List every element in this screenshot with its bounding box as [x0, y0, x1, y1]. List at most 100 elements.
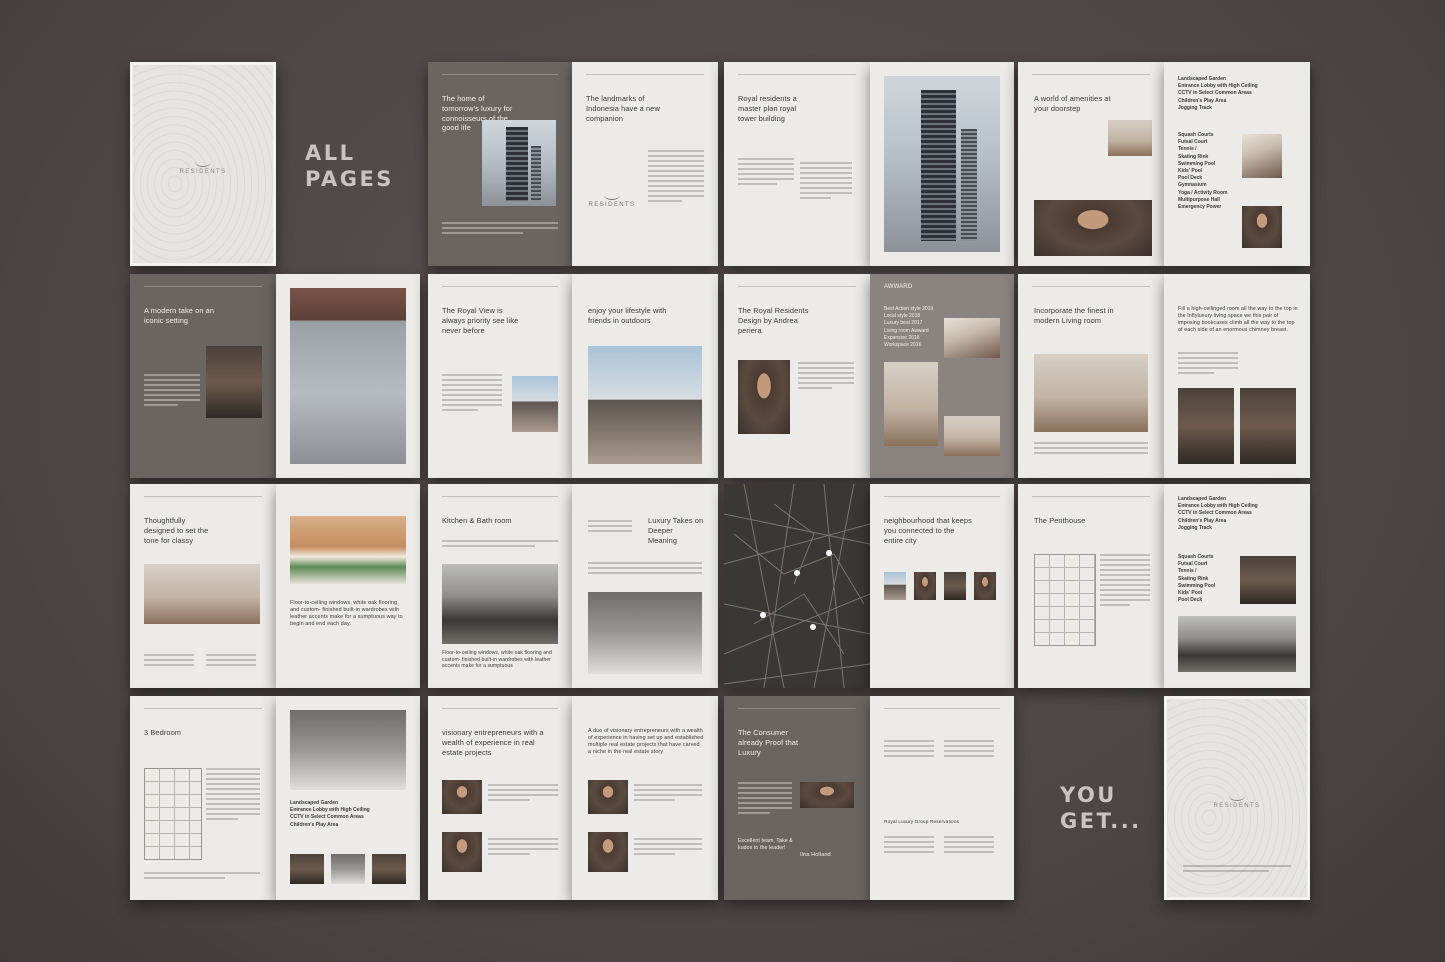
award-photo: [944, 416, 1000, 456]
page-title: A world of amenities at your doorstep: [1034, 94, 1111, 113]
bathroom-photo: [290, 854, 324, 884]
spread-2-right: [870, 62, 1014, 266]
spread-8-right: Floor-to-ceiling windows, white oak floo…: [276, 484, 420, 688]
page-intro: A duo of visionary entrepreneurs with a …: [588, 728, 704, 756]
reservations-heading: Royal Luxury Group Reservations: [884, 820, 960, 825]
amenity-photo: [1242, 134, 1282, 178]
brand-logo: RESIDENTS: [133, 157, 273, 175]
page-title: Incorporate the finest in modern Living …: [1034, 306, 1114, 325]
map-pin[interactable]: [760, 612, 766, 618]
spread-5-right: enjoy your lifestyle with friends in out…: [572, 274, 718, 478]
lotus-icon: [604, 190, 620, 200]
map-pin[interactable]: [826, 550, 832, 556]
spread-10-right: neighbourhood that keeps you connected t…: [870, 484, 1014, 688]
tower-photo: [884, 76, 1000, 252]
amenities-list: Landscaped Garden Entrance Lobby with Hig…: [1178, 496, 1258, 531]
spread-7-left: Incorporate the finest in modern Living …: [1018, 274, 1164, 478]
spread-14-left: The Consumer already Proof that Luxury E…: [724, 696, 870, 900]
brand-name: RESIDENTS: [588, 202, 636, 208]
bathroom-photo: [588, 592, 702, 674]
spread-6-left: The Royal Residents Design by Andrea per…: [724, 274, 870, 478]
lotus-icon: [195, 157, 211, 167]
award-photo: [944, 318, 1000, 358]
spread-11-right: Landscaped Garden Entrance Lobby with Hig…: [1164, 484, 1310, 688]
page-title: The Royal View is always priority see li…: [442, 306, 519, 335]
map-pin[interactable]: [794, 570, 800, 576]
page-title: Thoughtfully designed to set the tone fo…: [144, 516, 209, 545]
designer-portrait: [738, 360, 790, 434]
bedroom-photo: [290, 516, 406, 584]
spread-6-right: AWWARD Best Action style 2019 Local style…: [870, 274, 1014, 478]
front-cover: RESIDENTS: [130, 62, 276, 266]
spread-10-left: [724, 484, 870, 688]
spread-7-right: Fill a high-ceilinged room all the way t…: [1164, 274, 1310, 478]
spread-11-left: The Penthouse: [1018, 484, 1164, 688]
floor-plan: [1034, 554, 1096, 646]
spread-9-left: Kitchen & Bath room Floor-to-ceiling win…: [428, 484, 572, 688]
bathroom-photo: [290, 710, 406, 790]
spread-13-right: A duo of visionary entrepreneurs with a …: [572, 696, 718, 900]
family-photo: [1242, 206, 1282, 248]
founder-portrait: [442, 780, 482, 814]
bathroom-photo: [331, 854, 365, 884]
neighbourhood-photo: [884, 572, 906, 600]
spread-1-left: The home of tomorrow's luxury for connoi…: [428, 62, 572, 266]
page-title: The Royal Residents Design by Andrea per…: [738, 306, 809, 335]
lotus-icon: [1229, 791, 1245, 801]
page-title: enjoy your lifestyle with friends in out…: [588, 306, 667, 325]
neighbourhood-photo: [944, 572, 966, 600]
back-cover: RESIDENTS: [1164, 696, 1310, 900]
tower-photo: [482, 120, 556, 206]
spread-9-right: Luxury Takes on Deeper Meaning: [572, 484, 718, 688]
testimonial-name: Ilna Holland: [800, 852, 831, 858]
page-title: The Consumer already Proof that Luxury: [738, 728, 799, 757]
interior-photo: [206, 346, 262, 418]
spread-12-left: 3 Bedroom: [130, 696, 276, 900]
award-photo: [884, 362, 938, 446]
bedroom-photo: [144, 564, 260, 624]
penthouse-photo: [1240, 556, 1296, 604]
interior-photo: [1178, 388, 1234, 464]
founder-portrait: [588, 780, 628, 814]
spread-3-left: A world of amenities at your doorstep: [1018, 62, 1164, 266]
page-text: Floor-to-ceiling windows, white oak floo…: [290, 600, 403, 628]
living-room-photo: [290, 288, 406, 464]
page-title: Kitchen & Bath room: [442, 516, 512, 525]
spread-2-left: Royal residents a master plan royal towe…: [724, 62, 870, 266]
amenities-list-2: Squash Courts Futsal Court Tennis / Skating…: [1178, 132, 1228, 211]
page-intro: Fill a high-ceilinged room all the way t…: [1178, 306, 1298, 333]
page-title: visionary entrepreneurs with a wealth of…: [442, 728, 544, 757]
resident-photo: [1034, 200, 1152, 256]
kitchen-photo: [442, 564, 558, 644]
spread-12-right: Landscaped Garden Entrance Lobby with Hig…: [276, 696, 420, 900]
spread-13-left: visionary entrepreneurs with a wealth of…: [428, 696, 572, 900]
living-room-photo: [1034, 354, 1148, 432]
spread-8-left: Thoughtfully designed to set the tone fo…: [130, 484, 276, 688]
amenities-list-2: Squash Courts Futsal Court Tennis / Skating…: [1178, 554, 1216, 604]
brand-logo: RESIDENTS: [572, 190, 652, 208]
all-pages-label: ALL PAGES: [305, 141, 394, 191]
couple-photo: [512, 376, 558, 432]
floor-plan: [144, 768, 202, 860]
founder-portrait: [442, 832, 482, 872]
spread-4-left: A modern take on an iconic setting: [130, 274, 276, 478]
page-title: A modern take on an iconic setting: [144, 306, 215, 325]
amenity-photo: [1108, 120, 1152, 156]
page-title: The Penthouse: [1034, 516, 1086, 525]
spread-4-right: [276, 274, 420, 478]
page-title: 3 Bedroom: [144, 728, 182, 737]
brand-name: RESIDENTS: [1213, 803, 1261, 809]
spread-14-right: Royal Luxury Group Reservations: [870, 696, 1014, 900]
award-heading: AWWARD: [884, 284, 913, 290]
amenities-list: Landscaped Garden Entrance Lobby with Hig…: [290, 800, 370, 828]
page-title: Luxury Takes on Deeper Meaning: [648, 516, 704, 545]
brand-name: RESIDENTS: [179, 169, 227, 175]
spread-3-right: Landscaped Garden Entrance Lobby with Hig…: [1164, 62, 1310, 266]
amenities-list: Landscaped Garden Entrance Lobby with Hig…: [1178, 76, 1258, 111]
testimonial-quote: Excellent team, Take & kudos to the lead…: [738, 838, 793, 851]
friends-photo: [588, 346, 702, 464]
city-map: [724, 484, 870, 688]
founder-portrait: [588, 832, 628, 872]
map-pin[interactable]: [810, 624, 816, 630]
neighbourhood-photo: [914, 572, 936, 600]
